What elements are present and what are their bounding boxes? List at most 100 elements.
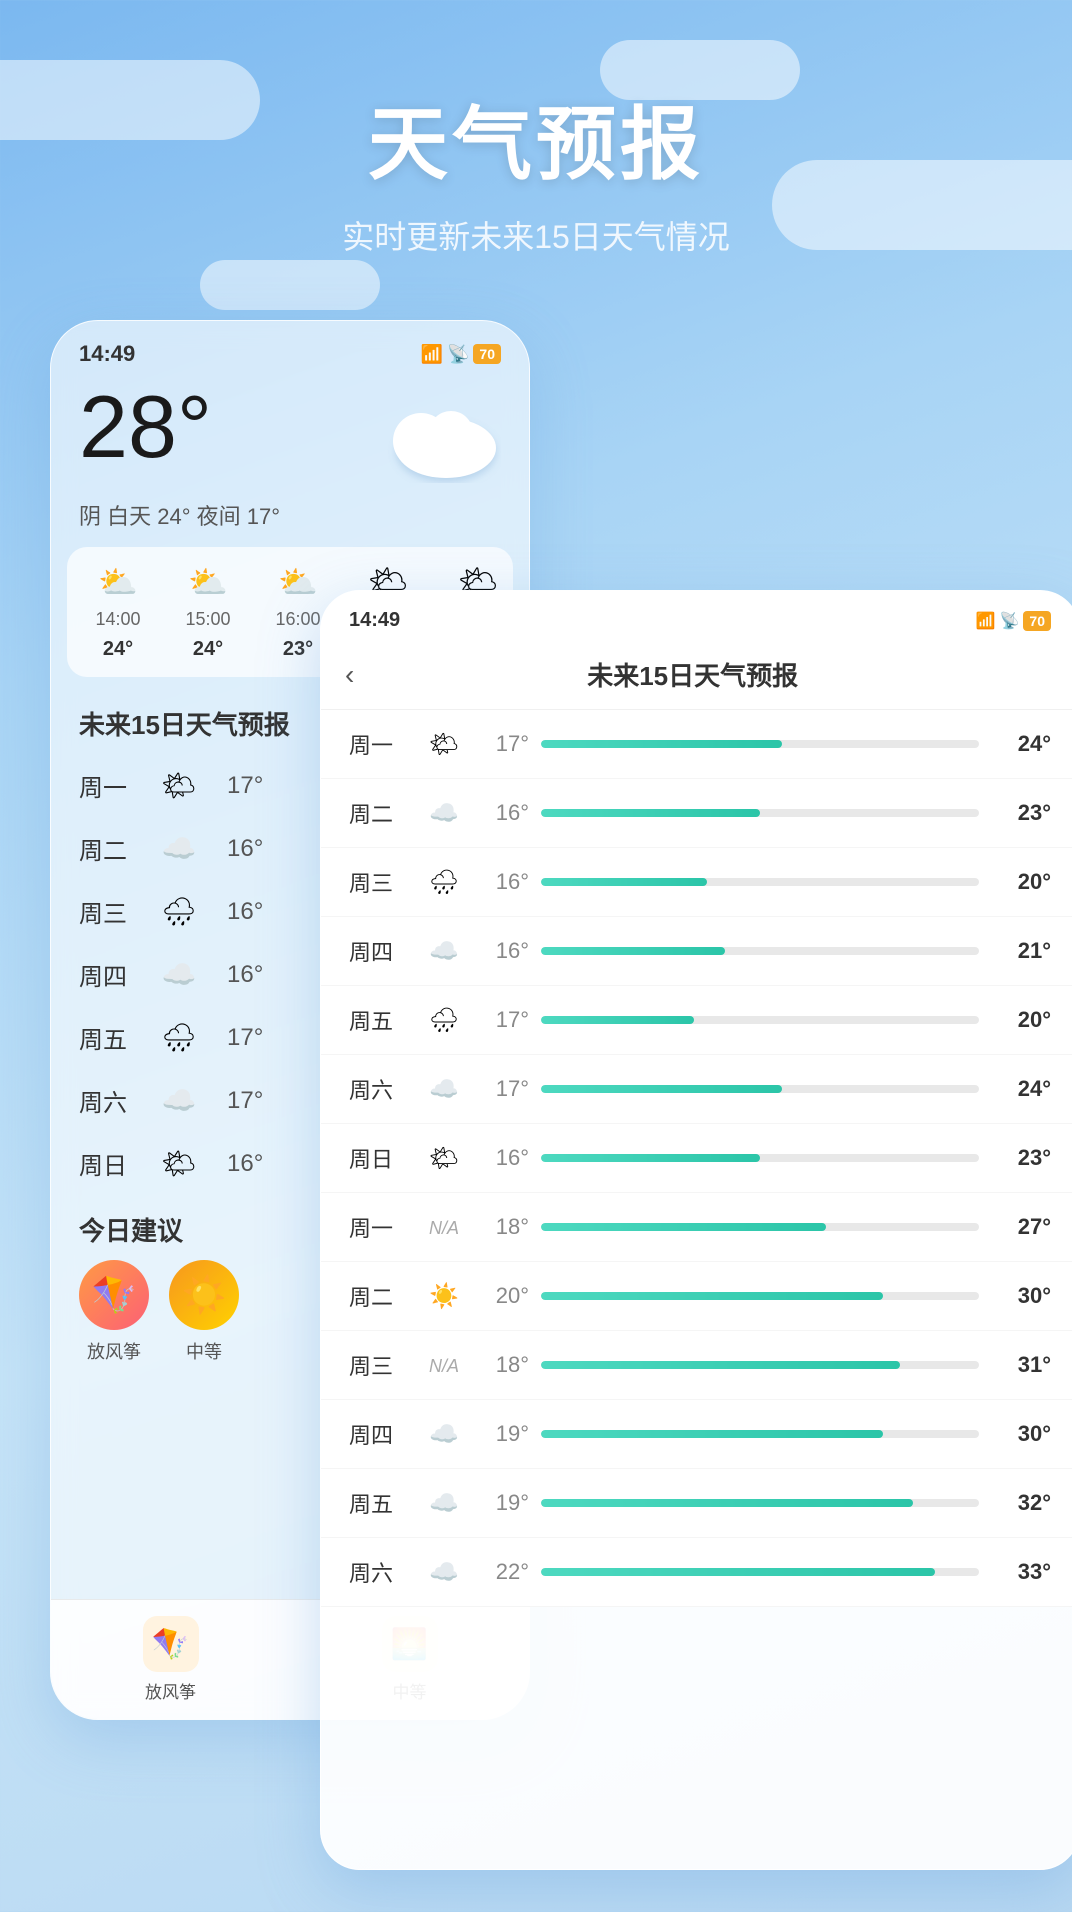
forecast-day-6: 周六 xyxy=(79,1083,139,1118)
right-bar-12 xyxy=(541,1499,979,1507)
right-day-4: 周四 xyxy=(349,935,419,967)
right-high-9: 30° xyxy=(991,1283,1051,1309)
right-bar-fill-7 xyxy=(541,1154,760,1162)
suggestion-item-2: ☀️ 中等 xyxy=(169,1260,239,1364)
right-day-12: 周五 xyxy=(349,1487,419,1519)
hour-temp-1: 24° xyxy=(103,638,133,661)
right-forecast-row-4: 周四 ☁️ 16° 21° xyxy=(321,917,1072,986)
forecast-day-4: 周四 xyxy=(79,957,139,992)
right-low-4: 16° xyxy=(469,938,529,964)
right-forecast-row-10: 周三 N/A 18° 31° xyxy=(321,1331,1072,1400)
suggestion-icon-kite: 🪁 xyxy=(79,1260,149,1330)
left-temp-section: 28° xyxy=(51,375,529,499)
right-high-12: 32° xyxy=(991,1490,1051,1516)
forecast-icon-7: 🌤 xyxy=(159,1147,199,1180)
right-low-8: 18° xyxy=(469,1214,529,1240)
left-temperature: 28° xyxy=(79,383,212,471)
forecast-day-5: 周五 xyxy=(79,1020,139,1055)
right-bar-fill-6 xyxy=(541,1085,782,1093)
right-icon-3: 🌧 xyxy=(419,868,469,897)
left-status-icons: 📶 📡 70 xyxy=(421,344,501,365)
right-icon-9: ☀️ xyxy=(419,1282,469,1311)
left-weather-desc: 阴 白天 24° 夜间 17° xyxy=(51,499,529,531)
right-forecast-row-11: 周四 ☁️ 19° 30° xyxy=(321,1400,1072,1469)
right-low-10: 18° xyxy=(469,1352,529,1378)
right-day-10: 周三 xyxy=(349,1349,419,1381)
right-high-7: 23° xyxy=(991,1145,1051,1171)
forecast-temp-1: 17° xyxy=(227,772,263,800)
suggestion-label-2: 中等 xyxy=(186,1338,222,1364)
right-forecast-row-1: 周一 🌤 17° 24° xyxy=(321,710,1072,779)
right-title: 未来15日天气预报 xyxy=(370,656,1015,693)
forecast-icon-6: ☁️ xyxy=(159,1084,199,1117)
right-icon-6: ☁️ xyxy=(419,1075,469,1104)
right-bar-2 xyxy=(541,809,979,817)
right-icon-10: N/A xyxy=(419,1351,469,1379)
right-bar-7 xyxy=(541,1154,979,1162)
right-low-11: 19° xyxy=(469,1421,529,1447)
hour-icon-2: ⛅ xyxy=(188,563,228,601)
suggestion-icon-sun: ☀️ xyxy=(169,1260,239,1330)
forecast-icon-4: ☁️ xyxy=(159,958,199,991)
forecast-day-7: 周日 xyxy=(79,1146,139,1181)
right-forecast-row-3: 周三 🌧 16° 20° xyxy=(321,848,1072,917)
forecast-icon-5: 🌧 xyxy=(159,1021,199,1054)
right-forecast-row-6: 周六 ☁️ 17° 24° xyxy=(321,1055,1072,1124)
right-bar-fill-2 xyxy=(541,809,760,817)
right-day-9: 周二 xyxy=(349,1280,419,1312)
right-bar-fill-13 xyxy=(541,1568,935,1576)
hour-icon-1: ⛅ xyxy=(98,563,138,601)
forecast-day-1: 周一 xyxy=(79,768,139,803)
right-low-12: 19° xyxy=(469,1490,529,1516)
forecast-temp-4: 16° xyxy=(227,961,263,989)
right-high-3: 20° xyxy=(991,869,1051,895)
right-icon-12: ☁️ xyxy=(419,1489,469,1518)
left-time: 14:49 xyxy=(79,341,135,367)
right-forecast-row-7: 周日 🌤 16° 23° xyxy=(321,1124,1072,1193)
forecast-temp-5: 17° xyxy=(227,1024,263,1052)
battery-badge: 70 xyxy=(473,344,501,364)
right-high-8: 27° xyxy=(991,1214,1051,1240)
hour-temp-2: 24° xyxy=(193,638,223,661)
right-header: ‹ 未来15日天气预报 xyxy=(321,640,1072,710)
right-high-11: 30° xyxy=(991,1421,1051,1447)
right-bar-11 xyxy=(541,1430,979,1438)
right-battery-badge: 70 xyxy=(1023,611,1051,631)
hour-item-2: ⛅ 15:00 24° xyxy=(173,563,243,661)
forecast-day-3: 周三 xyxy=(79,894,139,929)
right-day-2: 周二 xyxy=(349,797,419,829)
right-icon-7: 🌤 xyxy=(419,1144,469,1173)
hour-time-1: 14:00 xyxy=(95,609,140,630)
right-bar-fill-10 xyxy=(541,1361,900,1369)
right-day-11: 周四 xyxy=(349,1418,419,1450)
right-day-8: 周一 xyxy=(349,1211,419,1243)
right-low-9: 20° xyxy=(469,1283,529,1309)
right-low-3: 16° xyxy=(469,869,529,895)
cloud-icon-large xyxy=(361,393,501,483)
right-bar-fill-8 xyxy=(541,1223,826,1231)
right-bar-fill-4 xyxy=(541,947,725,955)
hour-item-1: ⛅ 14:00 24° xyxy=(83,563,153,661)
right-high-4: 21° xyxy=(991,938,1051,964)
right-status-bar: 14:49 📶 📡 70 xyxy=(321,591,1072,640)
right-phone-card: 14:49 📶 📡 70 ‹ 未来15日天气预报 周一 🌤 17° 24° 周二… xyxy=(320,590,1072,1870)
right-high-5: 20° xyxy=(991,1007,1051,1033)
right-low-5: 17° xyxy=(469,1007,529,1033)
right-high-2: 23° xyxy=(991,800,1051,826)
right-icon-13: ☁️ xyxy=(419,1558,469,1587)
right-bar-10 xyxy=(541,1361,979,1369)
right-icon-5: 🌧 xyxy=(419,1006,469,1035)
forecast-day-2: 周二 xyxy=(79,831,139,866)
na-label-8: N/A xyxy=(429,1218,459,1238)
right-icon-8: N/A xyxy=(419,1213,469,1241)
right-high-13: 33° xyxy=(991,1559,1051,1585)
hour-time-3: 16:00 xyxy=(275,609,320,630)
nav-item-kite[interactable]: 🪁 放风筝 xyxy=(143,1616,199,1703)
forecast-icon-1: 🌤 xyxy=(159,769,199,802)
back-button[interactable]: ‹ xyxy=(345,659,354,691)
right-bar-8 xyxy=(541,1223,979,1231)
hour-icon-3: ⛅ xyxy=(278,563,318,601)
right-forecast-row-13: 周六 ☁️ 22° 33° xyxy=(321,1538,1072,1607)
right-day-3: 周三 xyxy=(349,866,419,898)
right-bar-fill-11 xyxy=(541,1430,883,1438)
